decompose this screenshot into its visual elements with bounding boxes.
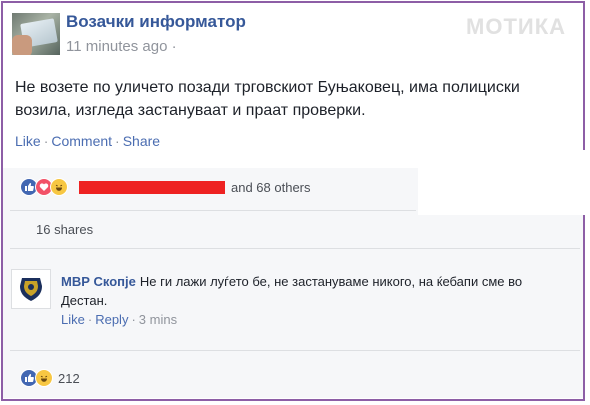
- divider: [10, 248, 580, 249]
- haha-icon: [35, 369, 53, 387]
- separator-dot: ·: [131, 312, 136, 327]
- divider: [10, 350, 580, 351]
- post-text: Не возете по уличето позади трговскиот Б…: [15, 79, 520, 119]
- hand-image: [12, 35, 32, 55]
- comment-reply-link[interactable]: Reply: [95, 312, 128, 327]
- reactions-summary[interactable]: and 68 others: [20, 177, 311, 197]
- overlay-patch: [418, 150, 585, 215]
- post-timestamp[interactable]: 11 minutes ago ·: [66, 38, 177, 55]
- haha-icon: [50, 178, 68, 196]
- separator-dot: ·: [87, 312, 93, 327]
- separator-dot: ·: [43, 133, 49, 149]
- comment-author-link[interactable]: МВР Скопје: [61, 274, 136, 289]
- reactions-others-text[interactable]: and 68 others: [231, 180, 311, 195]
- comment-reaction-count: 212: [58, 370, 80, 386]
- comment-like-link[interactable]: Like: [61, 312, 85, 327]
- comment-actions: Like · Reply · 3 mins: [61, 312, 177, 327]
- separator-dot: ·: [115, 133, 120, 149]
- commenter-avatar[interactable]: [11, 269, 51, 309]
- police-badge-icon: [12, 270, 50, 308]
- comment-body: МВР Скопје Не ги лажи луѓето бе, не заста…: [61, 272, 561, 310]
- page-name-link[interactable]: Возачки информатор: [66, 12, 246, 32]
- like-link[interactable]: Like: [15, 133, 41, 149]
- comment-timestamp[interactable]: 3 mins: [139, 312, 177, 327]
- post-actions: Like · Comment · Share: [15, 133, 160, 149]
- share-link[interactable]: Share: [123, 133, 160, 149]
- page-avatar[interactable]: [12, 13, 60, 55]
- comment-reactions-summary[interactable]: 212: [20, 368, 80, 388]
- redacted-names: [79, 180, 225, 194]
- watermark: МОТИКА: [466, 14, 567, 39]
- shares-count[interactable]: 16 shares: [36, 222, 93, 237]
- divider: [10, 210, 416, 211]
- comment-link[interactable]: Comment: [51, 133, 112, 149]
